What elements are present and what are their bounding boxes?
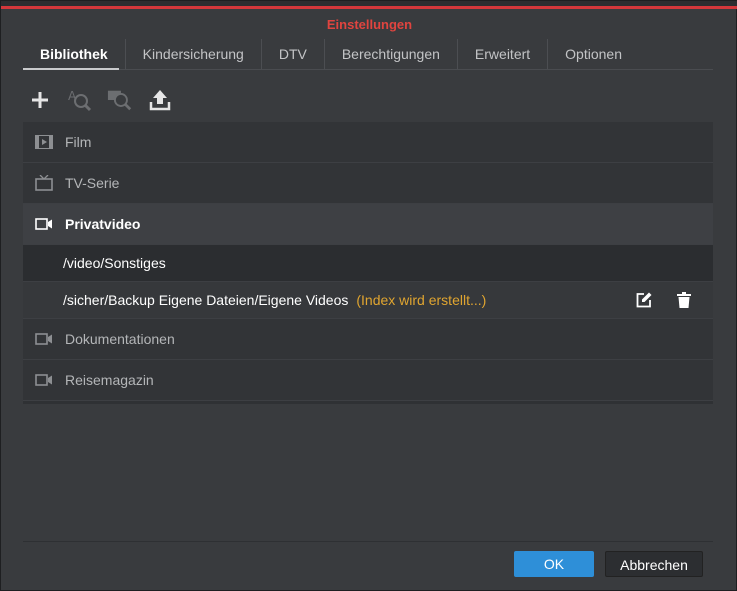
search-text-button[interactable]: A — [67, 87, 93, 113]
folder-row[interactable]: /video/Sonstiges — [23, 245, 713, 282]
library-item-label: Privatvideo — [65, 216, 141, 232]
tab-dtv[interactable]: DTV — [262, 39, 325, 69]
tab-bar: Bibliothek Kindersicherung DTV Berechtig… — [23, 39, 639, 69]
library-item-tv-serie[interactable]: TV-Serie — [23, 163, 713, 204]
library-item-privatvideo[interactable]: Privatvideo — [23, 204, 713, 245]
ok-button[interactable]: OK — [514, 551, 594, 577]
video-camera-icon — [35, 333, 52, 345]
index-status: (Index wird erstellt...) — [356, 292, 487, 308]
tab-bibliothek[interactable]: Bibliothek — [23, 39, 126, 69]
trash-icon — [677, 292, 691, 308]
plus-icon — [32, 92, 48, 108]
upload-icon — [149, 90, 171, 111]
library-item-label: Reisemagazin — [65, 372, 154, 388]
video-camera-icon — [35, 374, 52, 386]
library-toolbar: A — [27, 87, 173, 113]
folder-actions — [635, 291, 693, 309]
library-item-label: Film — [65, 134, 92, 150]
tab-erweitert[interactable]: Erweitert — [458, 39, 549, 69]
tab-underline — [23, 68, 713, 70]
library-item-label: Dokumentationen — [65, 331, 175, 347]
library-list: Film TV-Serie Privatvideo /video/Sonstig… — [23, 122, 713, 404]
settings-dialog: Einstellungen Bibliothek Kindersicherung… — [0, 0, 737, 591]
tab-kindersicherung[interactable]: Kindersicherung — [126, 39, 262, 69]
search-video-icon — [107, 90, 132, 111]
upload-button[interactable] — [147, 87, 173, 113]
footer-divider — [23, 541, 713, 542]
folder-row[interactable]: /sicher/Backup Eigene Dateien/Eigene Vid… — [23, 282, 713, 319]
tab-berechtigungen[interactable]: Berechtigungen — [325, 39, 458, 69]
library-item-film[interactable]: Film — [23, 122, 713, 163]
video-camera-icon — [35, 218, 52, 230]
library-item-reisemagazin[interactable]: Reisemagazin — [23, 360, 713, 401]
edit-button[interactable] — [635, 291, 653, 309]
library-item-dokumentationen[interactable]: Dokumentationen — [23, 319, 713, 360]
search-video-button[interactable] — [107, 87, 133, 113]
cancel-button[interactable]: Abbrechen — [605, 551, 703, 577]
delete-button[interactable] — [675, 291, 693, 309]
search-text-icon: A — [68, 89, 92, 112]
library-item-label: TV-Serie — [65, 175, 120, 191]
edit-icon — [636, 292, 652, 308]
tv-icon — [35, 175, 53, 191]
folder-path: /sicher/Backup Eigene Dateien/Eigene Vid… — [63, 292, 349, 308]
add-button[interactable] — [27, 87, 53, 113]
film-icon — [35, 135, 53, 149]
dialog-title: Einstellungen — [326, 17, 413, 32]
tab-optionen[interactable]: Optionen — [548, 39, 639, 69]
dialog-top-bar — [1, 1, 737, 9]
folder-path: /video/Sonstiges — [63, 255, 166, 271]
